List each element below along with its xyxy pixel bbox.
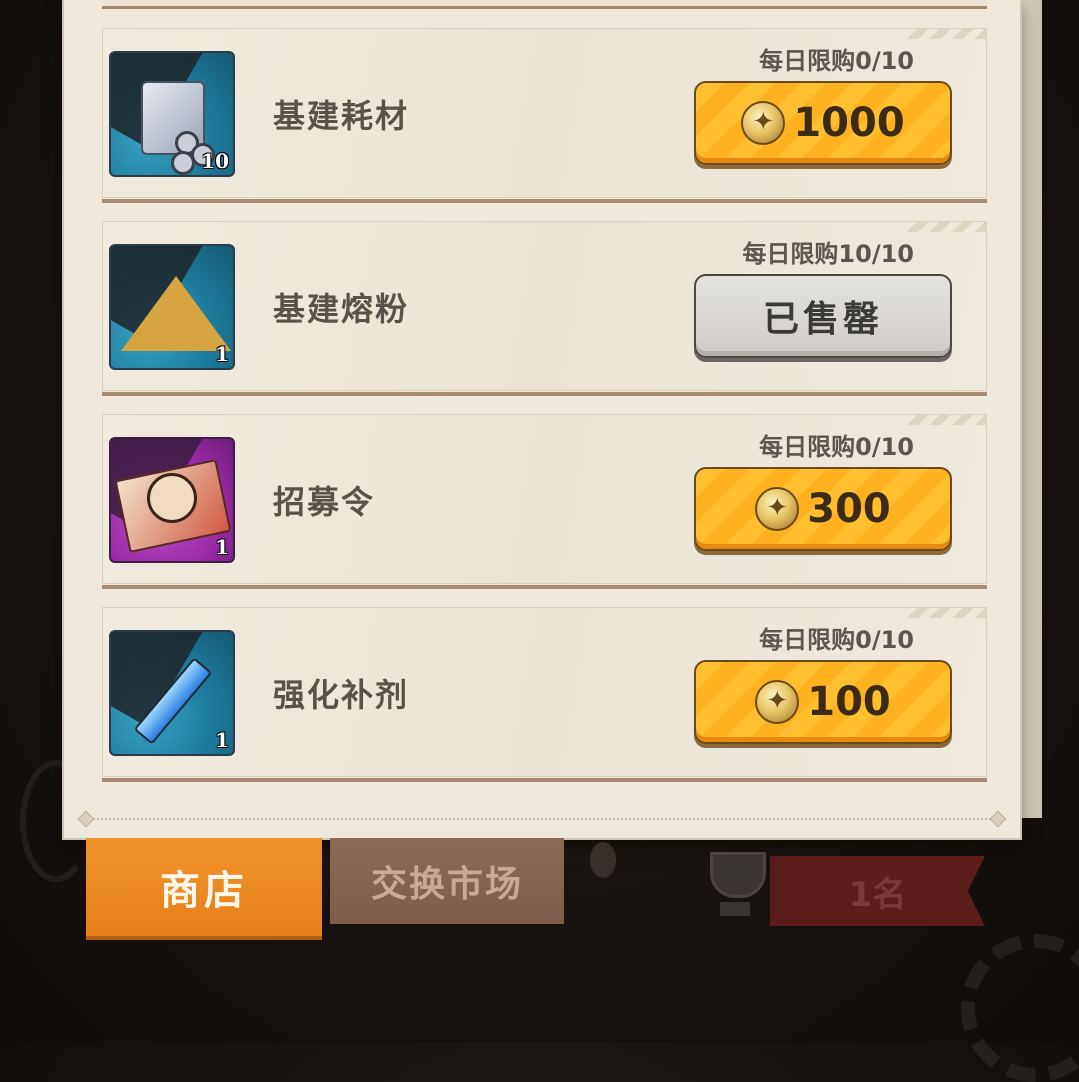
price: 300 <box>807 486 891 532</box>
rank-label: 1名 <box>848 874 907 915</box>
recruit-ticket-icon[interactable]: 1 <box>109 437 235 563</box>
item-quantity: 1 <box>215 342 229 366</box>
building-materials-icon[interactable]: 10 <box>109 51 235 177</box>
shop-item-card-partial <box>102 0 987 9</box>
trophy-icon <box>700 846 770 922</box>
price: 1000 <box>793 100 905 146</box>
item-quantity: 10 <box>201 149 229 173</box>
shop-item-card: 1 招募令 每日限购0/10 300 <box>102 414 987 589</box>
item-name: 强化补剂 <box>273 676 410 714</box>
tab-shop[interactable]: 商店 <box>86 838 322 940</box>
daily-limit: 每日限购10/10 <box>742 240 914 268</box>
buy-button[interactable]: 100 <box>694 660 952 744</box>
item-quantity: 1 <box>215 535 229 559</box>
eagle-medal-coin-icon <box>741 101 786 145</box>
buy-button[interactable]: 300 <box>694 467 952 551</box>
panel-side <box>1020 0 1042 818</box>
item-quantity: 1 <box>215 728 229 752</box>
item-name: 基建熔粉 <box>273 290 410 328</box>
daily-limit: 每日限购0/10 <box>759 626 914 654</box>
item-name: 基建耗材 <box>273 97 410 135</box>
buy-button[interactable]: 1000 <box>694 81 952 165</box>
syringe-icon[interactable]: 1 <box>109 630 235 756</box>
sold-out-button[interactable]: 已售罄 <box>694 274 952 358</box>
drop-decoration <box>590 842 616 878</box>
eagle-medal-coin-icon <box>755 487 800 531</box>
shop-item-card: 1 基建熔粉 每日限购10/10 已售罄 <box>102 221 987 396</box>
tab-exchange-market[interactable]: 交换市场 <box>330 838 564 924</box>
card-stripe <box>906 29 986 39</box>
shop-item-card: 10 基建耗材 每日限购0/10 1000 <box>102 28 987 203</box>
card-stripe <box>906 222 986 232</box>
price: 100 <box>807 679 891 725</box>
card-stripe <box>906 608 986 618</box>
card-stripe <box>906 415 986 425</box>
daily-limit: 每日限购0/10 <box>759 433 914 461</box>
panel-divider <box>84 818 999 820</box>
melt-powder-icon[interactable]: 1 <box>109 244 235 370</box>
shop-item-card: 1 强化补剂 每日限购0/10 100 <box>102 607 987 782</box>
daily-limit: 每日限购0/10 <box>759 47 914 75</box>
item-name: 招募令 <box>273 483 376 521</box>
eagle-medal-coin-icon <box>755 680 800 724</box>
rank-ribbon: 1名 <box>770 856 985 926</box>
gear-decoration <box>961 934 1079 1082</box>
